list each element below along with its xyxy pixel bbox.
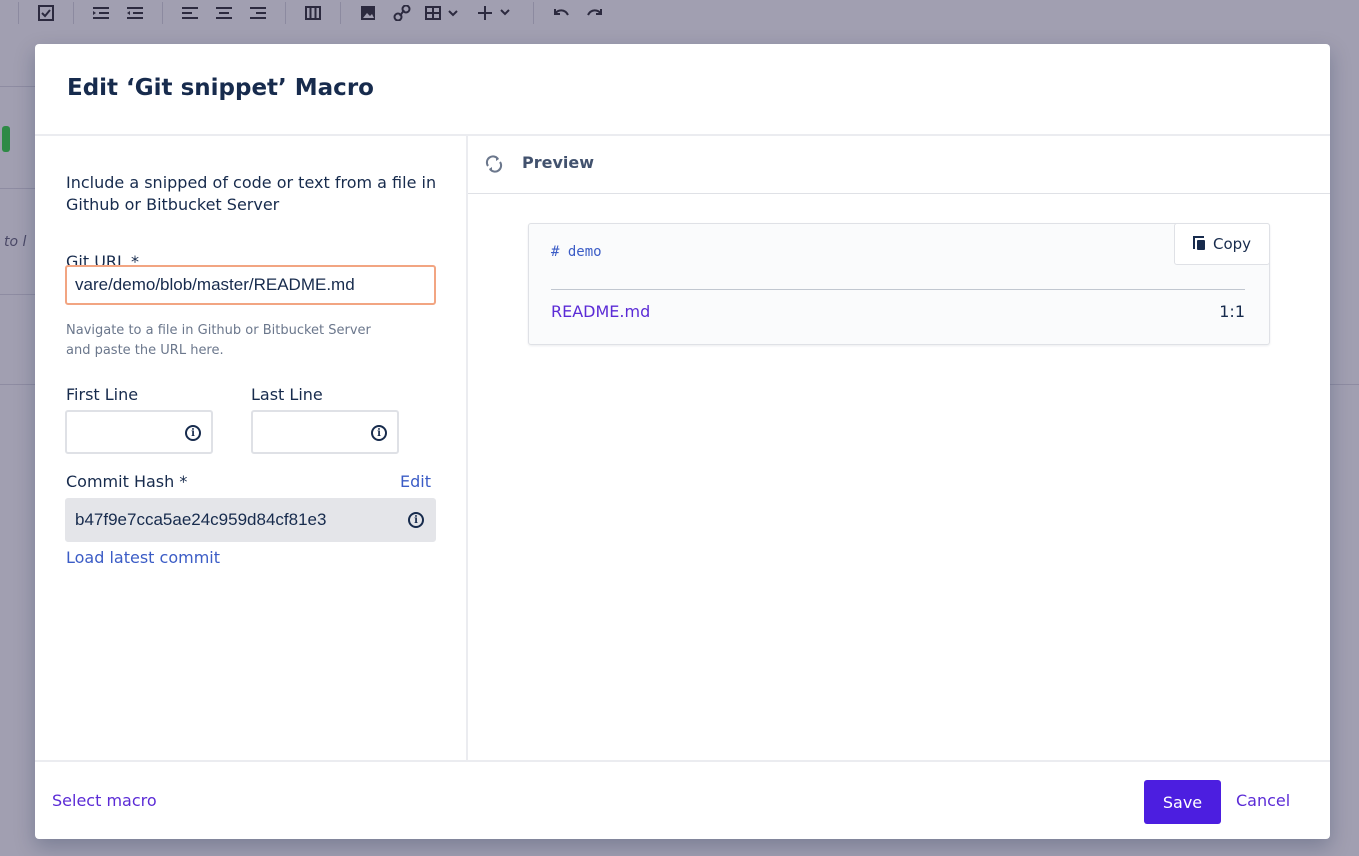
select-macro-link[interactable]: Select macro: [52, 791, 157, 810]
git-url-hint: Navigate to a file in Github or Bitbucke…: [66, 323, 371, 358]
dialog-header: Edit ‘Git snippet’ Macro: [35, 44, 1330, 136]
file-name-link[interactable]: README.md: [551, 302, 650, 321]
preview-title: Preview: [522, 153, 595, 172]
form-description: Include a snipped of code or text from a…: [66, 173, 437, 214]
commit-hash-input[interactable]: [65, 498, 436, 542]
align-center-icon[interactable]: [211, 3, 237, 23]
editor-toolbar: [0, 0, 1359, 26]
edit-commit-hash-link[interactable]: Edit: [400, 472, 431, 491]
link-icon[interactable]: [389, 3, 415, 23]
indent-icon[interactable]: [88, 3, 114, 23]
preview-pane: Preview # demo Copy README.md 1:1: [468, 136, 1330, 760]
outdent-icon[interactable]: [122, 3, 148, 23]
code-line: # demo: [551, 244, 602, 260]
first-line-label: First Line: [66, 385, 139, 404]
dialog-title: Edit ‘Git snippet’ Macro: [67, 75, 374, 101]
toolbar-separator: [533, 2, 534, 24]
save-button[interactable]: Save: [1144, 780, 1221, 824]
refresh-icon[interactable]: [484, 154, 506, 176]
copy-button-label: Copy: [1212, 235, 1252, 253]
copy-icon: [1192, 236, 1207, 252]
edit-macro-dialog: Edit ‘Git snippet’ Macro Include a snipp…: [35, 44, 1330, 839]
image-icon[interactable]: [355, 3, 381, 23]
dialog-footer: Select macro Save Cancel: [35, 760, 1330, 841]
commit-hash-info-icon[interactable]: i: [408, 512, 424, 528]
redo-icon[interactable]: [582, 3, 608, 23]
line-range: 1:1: [1219, 302, 1245, 321]
background-divider: [0, 188, 40, 189]
background-text: to l: [4, 234, 27, 250]
cancel-button[interactable]: Cancel: [1236, 791, 1290, 810]
background-status-marker: [2, 126, 10, 152]
toolbar-separator: [340, 2, 341, 24]
background-divider: [0, 294, 40, 295]
toolbar-separator: [73, 2, 74, 24]
toolbar-separator: [285, 2, 286, 24]
undo-icon[interactable]: [548, 3, 574, 23]
checkbox-icon[interactable]: [33, 3, 59, 23]
snippet-divider: [551, 289, 1245, 290]
last-line-info-icon[interactable]: i: [371, 425, 387, 441]
toolbar-separator: [162, 2, 163, 24]
background-divider: [0, 86, 40, 87]
code-snippet-card: # demo Copy README.md 1:1: [528, 223, 1270, 345]
git-url-input[interactable]: [65, 265, 436, 305]
layout-icon[interactable]: [300, 3, 326, 23]
insert-icon[interactable]: [475, 3, 519, 23]
align-left-icon[interactable]: [177, 3, 203, 23]
commit-hash-label: Commit Hash *: [66, 472, 188, 491]
last-line-label: Last Line: [251, 385, 323, 404]
preview-header: Preview: [468, 136, 1330, 194]
load-latest-commit-link[interactable]: Load latest commit: [66, 548, 220, 567]
first-line-info-icon[interactable]: i: [185, 425, 201, 441]
align-right-icon[interactable]: [245, 3, 271, 23]
table-icon[interactable]: [423, 3, 467, 23]
macro-form: Include a snipped of code or text from a…: [35, 136, 468, 760]
toolbar-separator: [18, 2, 19, 24]
copy-button[interactable]: Copy: [1174, 223, 1270, 265]
